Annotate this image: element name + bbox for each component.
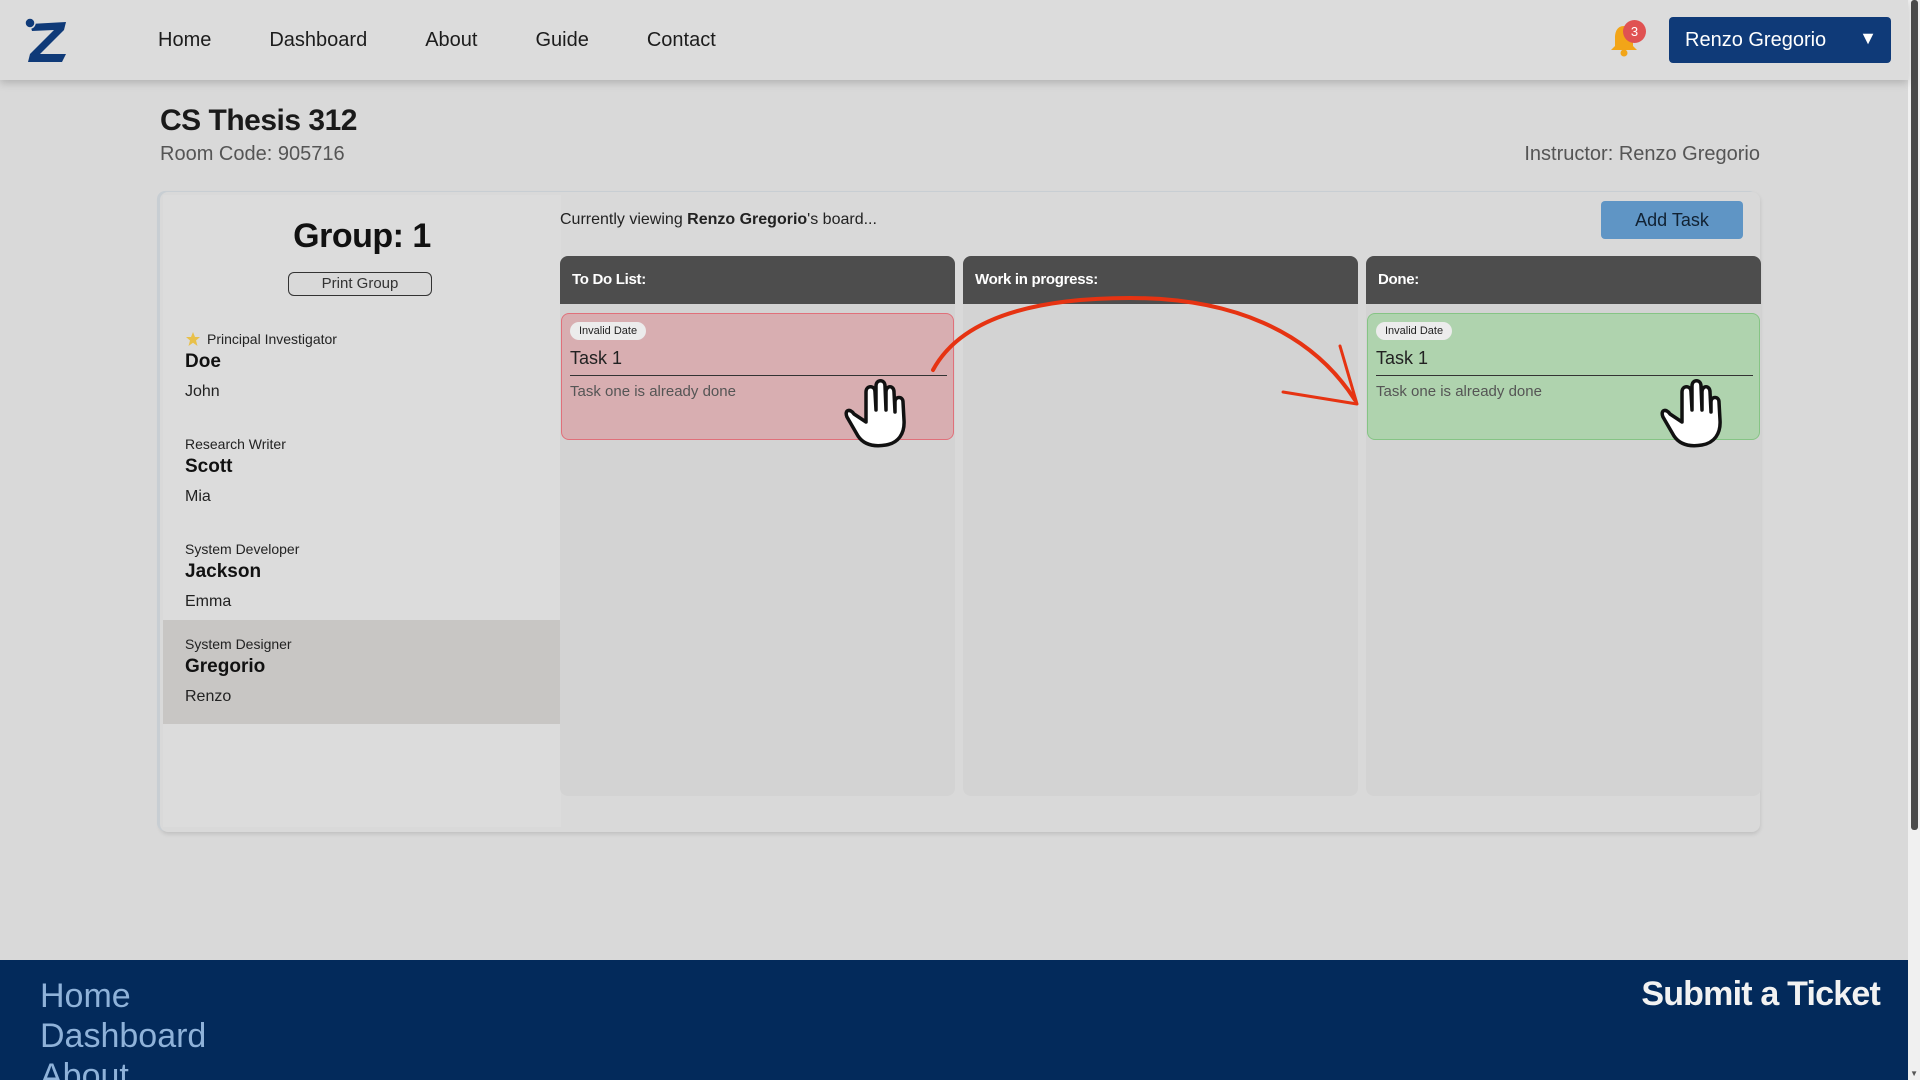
column-header: To Do List: (560, 256, 955, 304)
due-date-badge: Invalid Date (1376, 322, 1453, 340)
member-role: System Designer (185, 636, 292, 652)
nav-dashboard[interactable]: Dashboard (269, 29, 367, 52)
member-role: Research Writer (185, 436, 286, 452)
member-last-name: Jackson (185, 561, 262, 582)
user-name: Renzo Gregorio (1685, 28, 1827, 51)
scroll-down-arrow-icon[interactable]: ▼ (1910, 1069, 1918, 1078)
column-todo[interactable]: To Do List: Invalid Date Task 1 Task one… (560, 256, 955, 796)
member-item[interactable]: Principal Investigator Doe John (163, 315, 561, 419)
member-first-name: Emma (185, 593, 232, 610)
due-date-badge: Invalid Date (570, 322, 647, 340)
leader-star-icon (186, 332, 200, 346)
member-first-name: Renzo (185, 688, 232, 705)
footer-link-home[interactable]: Home (40, 977, 131, 1016)
member-role: System Developer (185, 541, 300, 557)
task-description: Task one is already done (570, 383, 736, 400)
brand-logo-icon[interactable] (22, 14, 72, 66)
scrollbar-thumb[interactable] (1911, 0, 1918, 830)
member-last-name: Doe (185, 351, 221, 372)
top-navbar: Home Dashboard About Guide Contact 3 Ren… (0, 0, 1908, 80)
footer-link-about[interactable]: About (40, 1057, 129, 1080)
task-title: Task 1 (570, 348, 947, 376)
instructor-name: Instructor: Renzo Gregorio (1524, 143, 1760, 165)
page-scrollbar[interactable]: ▼ (1908, 0, 1920, 1080)
member-first-name: John (185, 383, 220, 400)
task-title: Task 1 (1376, 348, 1753, 376)
member-item[interactable]: System Developer Jackson Emma (163, 525, 561, 629)
print-group-button[interactable]: Print Group (288, 272, 432, 296)
group-title: Group: 1 (293, 217, 431, 255)
user-menu-dropdown[interactable]: Renzo Gregorio ▼ (1669, 17, 1891, 63)
group-members-panel: Group: 1 Print Group Principal Investiga… (163, 195, 561, 827)
class-title: CS Thesis 312 (160, 104, 357, 137)
column-header: Done: (1366, 256, 1761, 304)
submit-ticket-link[interactable]: Submit a Ticket (1641, 975, 1880, 1014)
notification-count-badge: 3 (1623, 20, 1646, 43)
nav-home[interactable]: Home (158, 29, 211, 52)
column-in-progress[interactable]: Work in progress: (963, 256, 1358, 796)
member-role: Principal Investigator (207, 331, 337, 347)
grab-hand-icon (1660, 379, 1722, 448)
add-task-button[interactable]: Add Task (1601, 201, 1743, 239)
room-code: Room Code: 905716 (160, 143, 345, 165)
member-first-name: Mia (185, 488, 211, 505)
viewing-board-text: Currently viewing Renzo Gregorio's board… (560, 211, 877, 228)
nav-guide[interactable]: Guide (535, 29, 588, 52)
grab-hand-icon (844, 379, 906, 448)
member-last-name: Scott (185, 456, 233, 477)
footer-link-dashboard[interactable]: Dashboard (40, 1017, 206, 1056)
task-description: Task one is already done (1376, 383, 1542, 400)
chevron-down-icon: ▼ (1859, 28, 1877, 48)
viewing-user-name: Renzo Gregorio (687, 211, 808, 228)
nav-links: Home Dashboard About Guide Contact (158, 0, 716, 80)
member-item-active[interactable]: System Designer Gregorio Renzo (163, 620, 561, 724)
column-done[interactable]: Done: Invalid Date Task 1 Task one is al… (1366, 256, 1761, 796)
site-footer: Home Dashboard About Submit a Ticket (0, 960, 1908, 1080)
member-item[interactable]: Research Writer Scott Mia (163, 420, 561, 524)
column-header: Work in progress: (963, 256, 1358, 304)
member-last-name: Gregorio (185, 656, 266, 677)
nav-about[interactable]: About (425, 29, 477, 52)
nav-contact[interactable]: Contact (647, 29, 716, 52)
